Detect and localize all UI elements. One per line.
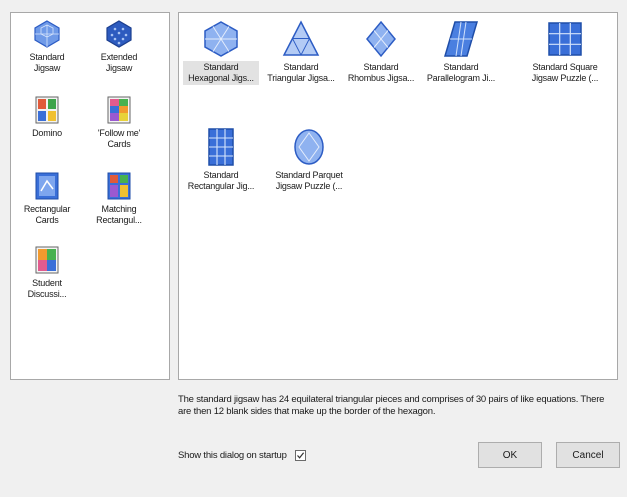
category-follow-me-cards[interactable]: 'Follow me' Cards [89,95,149,151]
template-standard-parallelogram-jigsaw[interactable]: Standard Parallelogram Ji... [423,19,499,85]
domino-icon [35,96,59,124]
template-standard-hexagonal-jigsaw[interactable]: Standard Hexagonal Jigs... [183,19,259,85]
category-student-discussion[interactable]: Student Discussi... [17,245,77,301]
hexagon-dots-icon [106,20,132,48]
template-label: Standard Square Jigsaw Puzzle (... [531,62,599,83]
category-label: Student Discussi... [27,278,67,299]
template-label: Standard Parquet Jigsaw Puzzle (... [275,170,343,191]
category-label: Rectangular Cards [23,204,71,225]
hexagon-jigsaw-icon [204,21,238,57]
square-jigsaw-icon [548,22,582,56]
ok-button[interactable]: OK [478,442,542,468]
template-standard-square-jigsaw[interactable]: Standard Square Jigsaw Puzzle (... [523,19,607,85]
template-list[interactable]: Standard Hexagonal Jigs... Standard Tria… [178,12,618,380]
category-label: Domino [32,128,62,138]
matching-rectangles-icon [107,172,131,200]
rectangle-jigsaw-icon [208,128,234,166]
template-standard-rhombus-jigsaw[interactable]: Standard Rhombus Jigsa... [343,19,419,85]
category-rectangular-cards[interactable]: Rectangular Cards [17,171,77,227]
category-label: 'Follow me' Cards [97,128,141,149]
checkmark-icon [296,452,304,459]
follow-me-cards-icon [107,96,131,124]
template-label: Standard Rhombus Jigsa... [347,62,415,83]
hexagon-grid-icon [34,20,60,48]
rhombus-jigsaw-icon [366,20,396,58]
template-standard-parquet-jigsaw[interactable]: Standard Parquet Jigsaw Puzzle (... [267,127,351,193]
student-discussion-icon [35,246,59,274]
category-domino[interactable]: Domino [17,95,77,140]
parquet-jigsaw-icon [294,129,324,165]
rectangular-cards-icon [35,172,59,200]
template-label: Standard Parallelogram Ji... [426,62,496,83]
template-label: Standard Rectangular Jig... [187,170,255,191]
template-standard-triangular-jigsaw[interactable]: Standard Triangular Jigsa... [263,19,339,85]
category-label: Extended Jigsaw [100,52,138,73]
category-label: Standard Jigsaw [29,52,65,73]
show-on-startup[interactable]: Show this dialog on startup [178,450,306,461]
template-label: Standard Triangular Jigsa... [267,62,335,83]
category-label: Matching Rectangul... [96,204,142,225]
template-description: The standard jigsaw has 24 equilateral t… [178,394,605,417]
category-extended-jigsaw[interactable]: Extended Jigsaw [89,19,149,75]
triangle-jigsaw-icon [282,20,320,56]
category-matching-rectangles[interactable]: Matching Rectangul... [89,171,149,227]
template-label: Standard Hexagonal Jigs... [183,61,259,85]
parallelogram-jigsaw-icon [443,21,479,57]
cancel-button[interactable]: Cancel [556,442,620,468]
category-standard-jigsaw[interactable]: Standard Jigsaw [17,19,77,75]
template-standard-rectangular-jigsaw[interactable]: Standard Rectangular Jig... [183,127,259,193]
category-list[interactable]: Standard Jigsaw Extended Jigsaw Domino '… [10,12,170,380]
show-on-startup-checkbox[interactable] [294,450,306,461]
show-on-startup-label: Show this dialog on startup [178,450,287,461]
